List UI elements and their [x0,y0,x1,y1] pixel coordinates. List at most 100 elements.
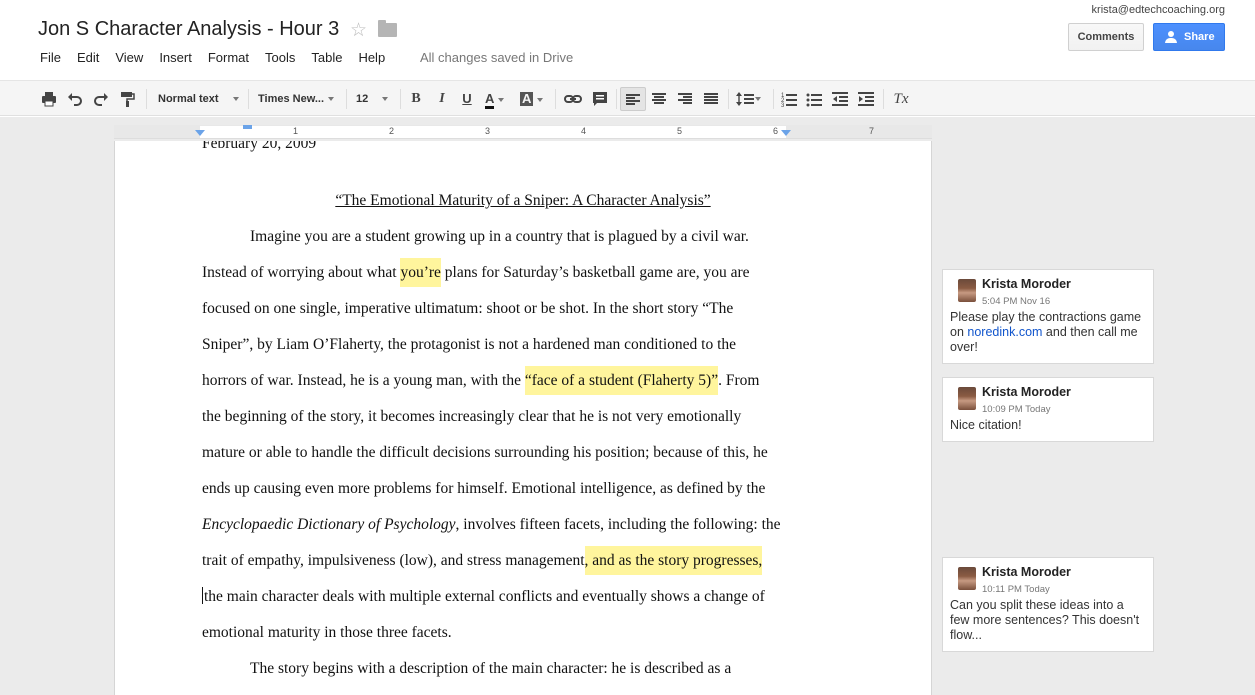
toolbar-divider [883,89,884,109]
ruler-number: 2 [389,126,395,136]
menu-format[interactable]: Format [200,49,257,67]
highlighted-text[interactable]: , and as the story progresses, [584,546,763,575]
toolbar: Normal text Times New... 12 B I U A A 12… [0,80,1255,184]
decrease-indent-icon[interactable] [829,87,851,111]
left-indent-marker[interactable] [195,130,205,136]
right-indent-marker[interactable] [781,130,791,136]
document-title[interactable]: Jon S Character Analysis - Hour 3 [38,18,339,41]
star-icon[interactable]: ☆ [350,19,367,42]
font-family-label: Times New... [258,93,325,105]
toolbar-divider [248,89,249,109]
text-color-button[interactable]: A [481,87,515,111]
font-family-dropdown[interactable]: Times New... [258,87,344,111]
ruler-content-area [200,126,786,138]
text-color-label: A [485,92,495,109]
paragraph-line: The story begins with a description of t… [250,660,732,677]
highlight-color-button[interactable]: A [518,87,552,111]
font-size-dropdown[interactable]: 12 [356,87,394,111]
menu-table[interactable]: Table [303,49,350,67]
comment-body: Please play the contractions game on nor… [950,310,1142,354]
toolbar-divider [728,89,729,109]
highlighted-text[interactable]: “face of a student (Flaherty 5)” [524,366,719,395]
avatar [958,279,976,302]
comment-icon[interactable] [589,87,611,111]
save-status: All changes saved in Drive [420,50,574,65]
paragraph-line: trait of empathy, impulsiveness (low), a… [202,546,763,575]
align-right-icon[interactable] [673,87,697,111]
comment-author: Krista Moroder [982,565,1071,579]
chevron-down-icon [232,97,239,102]
underline-button[interactable]: U [457,87,477,111]
paint-format-icon[interactable] [116,87,138,111]
comment-author: Krista Moroder [982,277,1071,291]
ruler-number: 1 [293,126,299,136]
menu-file[interactable]: File [32,49,69,67]
align-left-icon[interactable] [620,87,646,111]
paragraph-line: Sniper”, by Liam O’Flaherty, the protago… [202,336,737,353]
avatar [958,567,976,590]
italic-reference: Encyclopaedic Dictionary of Psychology [202,516,456,533]
folder-icon[interactable] [378,20,397,37]
menu-tools[interactable]: Tools [257,49,303,67]
paragraph-line: Instead of worrying about what you’re pl… [202,258,750,287]
ruler[interactable]: 1 2 3 4 5 6 7 [114,125,932,139]
menu-insert[interactable]: Insert [151,49,200,67]
bold-button[interactable]: B [406,87,426,111]
comment-time: 5:04 PM Nov 16 [982,296,1051,307]
paragraph-line: mature or able to handle the difficult d… [202,444,768,461]
menu-help[interactable]: Help [350,49,393,67]
chevron-down-icon [382,97,389,102]
line-spacing-icon[interactable] [733,87,769,111]
comment-card[interactable]: Krista Moroder 10:09 PM Today Nice citat… [942,377,1154,442]
paragraph-style-dropdown[interactable]: Normal text [158,87,244,111]
undo-icon[interactable] [64,87,86,111]
toolbar-divider [555,89,556,109]
highlighted-text[interactable]: you’re [400,258,441,287]
bulleted-list-icon[interactable] [803,87,825,111]
link-icon[interactable] [562,87,584,111]
person-icon [1165,31,1177,43]
toolbar-divider [400,89,401,109]
toolbar-divider [616,89,617,109]
text-cursor [202,587,203,604]
ruler-number: 5 [677,126,683,136]
menu-edit[interactable]: Edit [69,49,107,67]
clear-formatting-icon[interactable]: Tx [889,87,913,111]
justify-icon[interactable] [699,87,723,111]
paragraph-line: focused on one single, imperative ultima… [202,300,734,317]
share-button[interactable]: Share [1153,23,1225,51]
comment-link[interactable]: noredink.com [967,325,1042,339]
comments-button[interactable]: Comments [1068,23,1144,51]
chevron-down-icon [498,97,505,102]
comment-time: 10:11 PM Today [982,584,1050,595]
svg-text:3: 3 [781,103,785,107]
print-icon[interactable] [38,87,60,111]
italic-button[interactable]: I [432,87,452,111]
paragraph-line: the beginning of the story, it becomes i… [202,408,742,425]
comment-card[interactable]: Krista Moroder 10:11 PM Today Can you sp… [942,557,1154,652]
toolbar-divider [346,89,347,109]
redo-icon[interactable] [90,87,112,111]
toolbar-divider [146,89,147,109]
paragraph-line: emotional maturity in those three facets… [202,624,452,641]
avatar [958,387,976,410]
paragraph-line: Encyclopaedic Dictionary of Psychology, … [202,516,781,533]
document-page[interactable]: February 20, 2009 “The Emotional Maturit… [114,141,932,695]
menu-view[interactable]: View [107,49,151,67]
account-email[interactable]: krista@edtechcoaching.org [1092,4,1225,16]
comment-body: Can you split these ideas into a few mor… [950,598,1140,642]
comment-card[interactable]: Krista Moroder 5:04 PM Nov 16 Please pla… [942,269,1154,364]
ruler-number: 6 [773,126,779,136]
increase-indent-icon[interactable] [855,87,877,111]
first-line-indent-marker[interactable] [243,125,252,129]
paragraph-line: ends up causing even more problems for h… [202,480,766,497]
essay-title: “The Emotional Maturity of a Sniper: A C… [335,192,711,209]
chevron-down-icon [537,97,544,102]
align-center-icon[interactable] [647,87,671,111]
comment-body: Nice citation! [950,418,1022,432]
highlight-color-label: A [520,91,534,106]
ruler-number: 7 [869,126,875,136]
comment-time: 10:09 PM Today [982,404,1051,415]
numbered-list-icon[interactable]: 123 [778,87,800,111]
document-date: February 20, 2009 [202,141,317,152]
